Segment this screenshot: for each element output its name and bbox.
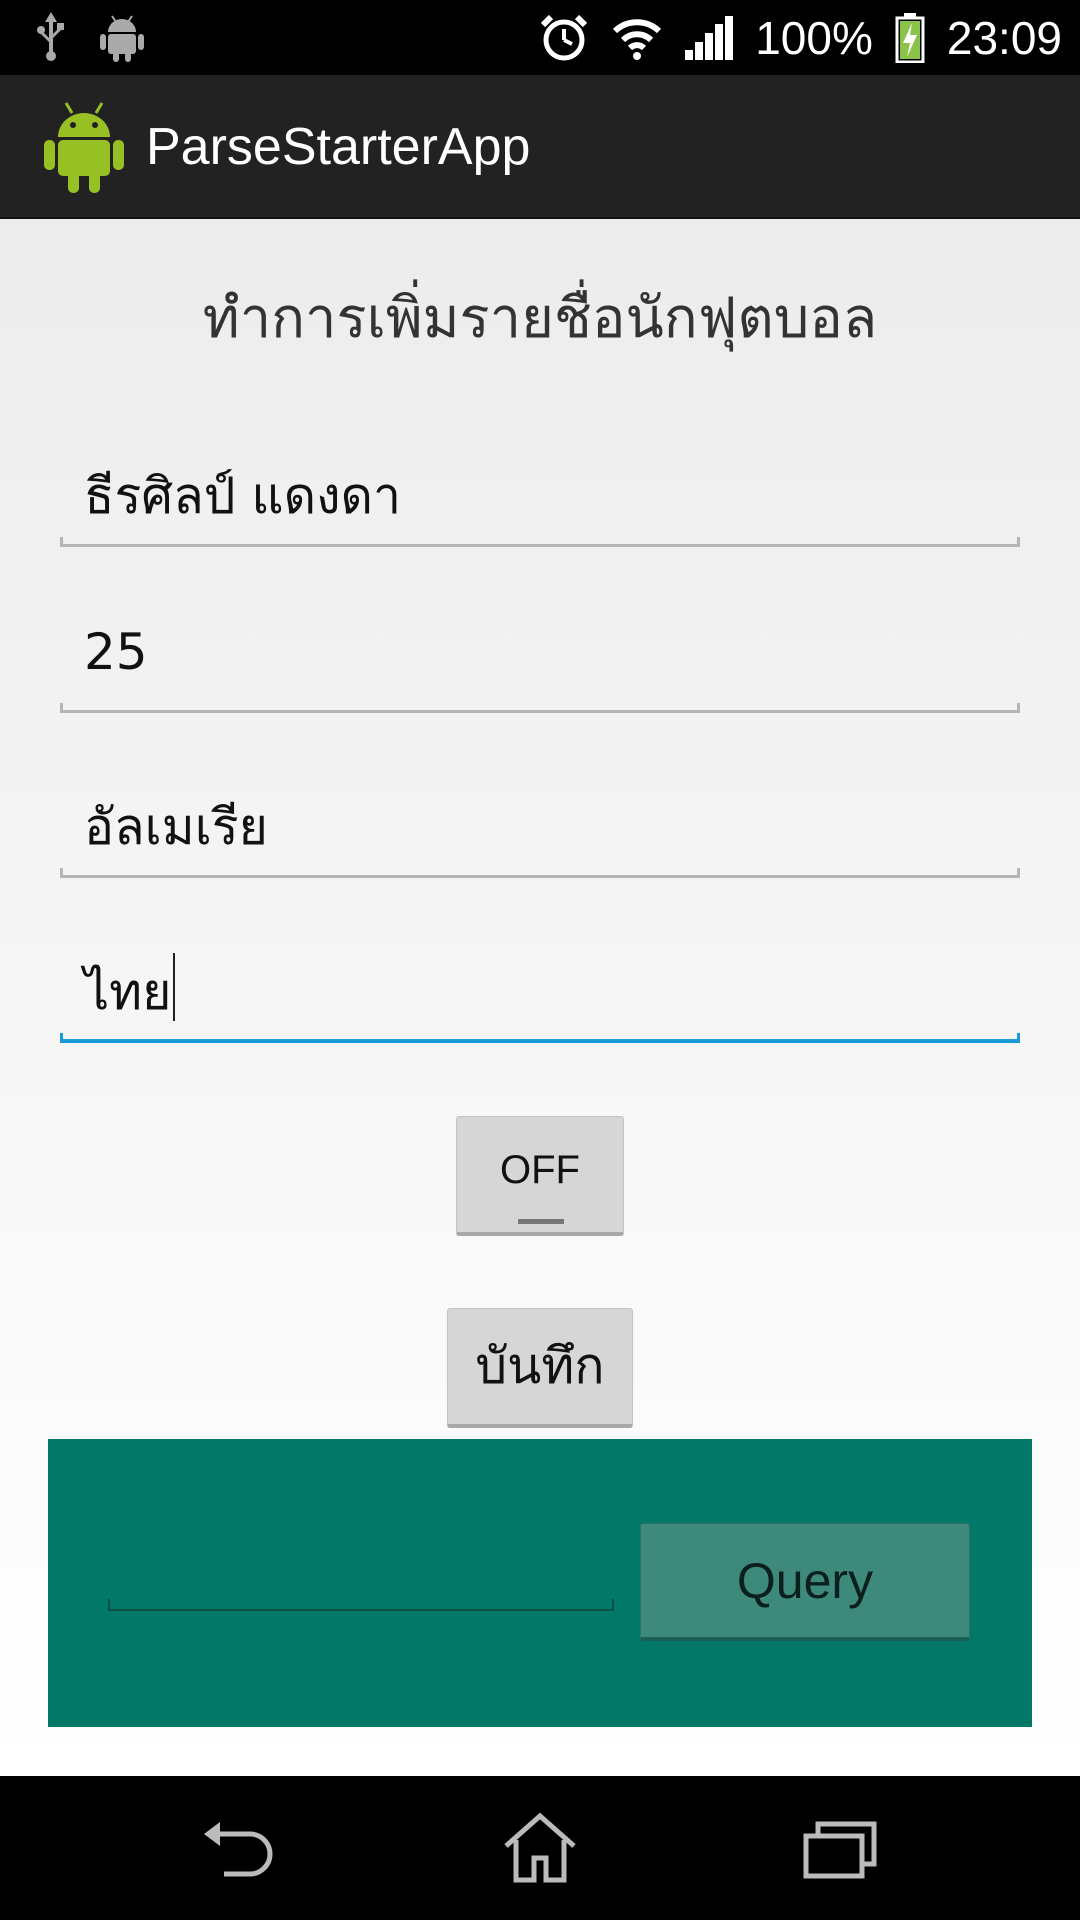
- player-age-field[interactable]: 25: [60, 623, 1020, 713]
- save-button[interactable]: บันทึก: [447, 1308, 633, 1428]
- signal-icon: [685, 15, 734, 60]
- battery-percent: 100%: [755, 11, 873, 64]
- page-heading: ทำการเพิ่มรายชื่อนักฟุตบอล: [202, 286, 878, 351]
- field-underline: [60, 703, 1020, 713]
- query-panel: Query: [48, 1439, 1032, 1727]
- player-nationality-field[interactable]: ไทย: [60, 953, 1020, 1043]
- player-age-value: 25: [84, 623, 148, 681]
- toggle-indicator: [518, 1219, 564, 1224]
- query-button[interactable]: Query: [640, 1523, 970, 1641]
- field-underline: [60, 537, 1020, 547]
- player-name-value: ธีรศิลป์ แดงดา: [84, 467, 402, 525]
- toggle-label: OFF: [500, 1148, 580, 1192]
- field-underline: [60, 868, 1020, 878]
- recents-icon[interactable]: [800, 1812, 880, 1884]
- android-debug-icon: [100, 12, 144, 62]
- clock: 23:09: [946, 11, 1062, 64]
- app-title: ParseStarterApp: [146, 118, 531, 176]
- toggle-button[interactable]: OFF: [456, 1116, 624, 1236]
- navigation-bar: [0, 1776, 1080, 1920]
- player-name-field[interactable]: ธีรศิลป์ แดงดา: [60, 457, 1020, 547]
- player-nationality-wrap: ไทย: [84, 953, 176, 1032]
- player-club-value: อัลเมเรีย: [84, 798, 268, 856]
- home-icon[interactable]: [500, 1812, 580, 1884]
- wifi-icon: [611, 15, 663, 61]
- action-bar: ParseStarterApp: [0, 75, 1080, 219]
- status-bar: 100% 23:09: [0, 0, 1080, 75]
- text-cursor: [173, 953, 176, 1021]
- alarm-icon: [539, 13, 589, 63]
- query-input[interactable]: [108, 1599, 614, 1611]
- player-nationality-value: ไทย: [84, 963, 172, 1021]
- field-underline-focused: [60, 1033, 1020, 1043]
- player-club-field[interactable]: อัลเมเรีย: [60, 788, 1020, 878]
- form-content: ทำการเพิ่มรายชื่อนักฟุตบอล ธีรศิลป์ แดงด…: [0, 219, 1080, 1776]
- usb-icon: [36, 12, 66, 62]
- back-icon[interactable]: [200, 1812, 280, 1884]
- battery-charging-icon: [895, 12, 925, 63]
- android-logo-icon[interactable]: [44, 99, 124, 195]
- screen: 100% 23:09 ParseStarterApp ทำการเพิ่มราย…: [0, 0, 1080, 1920]
